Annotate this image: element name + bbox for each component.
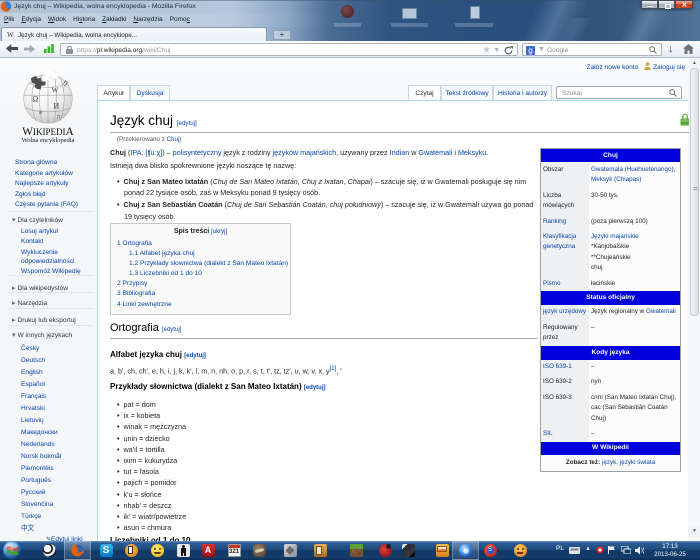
svg-text:И: И [53, 102, 59, 111]
svg-text:ה: ה [57, 115, 60, 121]
svg-text:ä: ä [39, 109, 42, 116]
svg-text:Ω: Ω [32, 95, 38, 104]
svg-text:W: W [52, 87, 59, 95]
svg-text:ク: ク [62, 79, 68, 87]
